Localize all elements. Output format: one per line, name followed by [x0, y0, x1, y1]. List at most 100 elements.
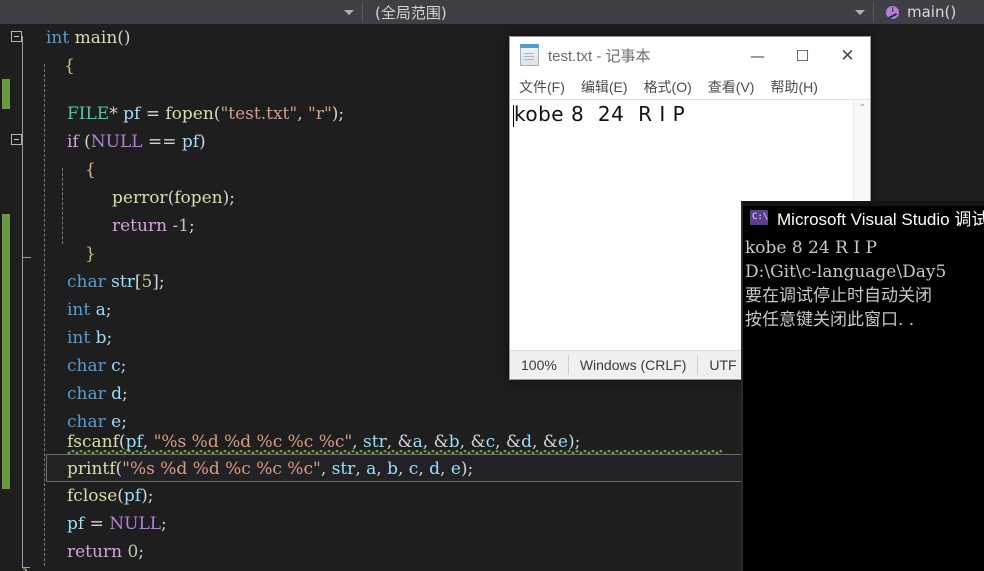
code-token: NULL [90, 132, 143, 152]
code-token: = [84, 514, 110, 534]
code-token: ( [117, 486, 124, 506]
code-token: pf [123, 486, 142, 506]
code-token: pf [67, 514, 85, 534]
maximize-icon[interactable]: ☐ [780, 37, 825, 74]
scope-label: (全局范围) [375, 3, 447, 22]
code-token: , [376, 459, 388, 479]
code-token: , [397, 459, 409, 479]
member-dropdown-caret-wrap[interactable] [503, 0, 873, 24]
console-title-text: Microsoft Visual Studio 调试 [777, 210, 984, 229]
code-token: printf [67, 459, 116, 479]
code-token: FILE [67, 104, 110, 124]
code-token: ; [120, 356, 127, 376]
method-icon [886, 5, 899, 19]
code-token: ; [106, 328, 113, 348]
scope-dropdown-label-wrap[interactable]: (全局范围) [363, 0, 503, 24]
scope-dropdown[interactable] [0, 0, 362, 24]
code-token: NULL [109, 514, 162, 534]
code-token: char [67, 384, 106, 404]
scroll-up-icon[interactable]: ⌃ [854, 100, 871, 117]
code-token: , [355, 459, 367, 479]
status-line-ending[interactable]: Windows (CRLF) [567, 355, 698, 375]
code-token: "test.txt" [220, 104, 298, 124]
code-token: a [95, 300, 106, 320]
console-output-line: 按任意键关闭此窗口. . [745, 310, 915, 330]
console-output-line: 要在调试停止时自动关闭 [745, 286, 932, 306]
member-label: main() [907, 3, 957, 21]
code-token: , [440, 459, 451, 479]
member-dropdown[interactable]: main() [874, 0, 984, 24]
chevron-down-icon[interactable] [855, 9, 865, 15]
code-token: int [46, 28, 70, 48]
code-token: ; [189, 216, 195, 236]
code-token: int [67, 328, 91, 348]
code-token: char [67, 272, 106, 292]
code-token: perror [112, 188, 168, 208]
notepad-menu-bar[interactable]: 文件(F) 编辑(E) 格式(O) 查看(V) 帮助(H) [510, 74, 870, 99]
chevron-down-icon[interactable] [344, 9, 354, 15]
code-token: , & [459, 432, 486, 452]
code-token: ( [213, 104, 221, 124]
menu-item-help[interactable]: 帮助(H) [770, 77, 817, 97]
code-token: ( [115, 459, 123, 479]
code-token: pf [181, 132, 200, 152]
code-token: c [111, 356, 121, 376]
code-token: e [450, 459, 461, 479]
code-token: ); [141, 486, 154, 506]
code-token: fscanf [67, 432, 119, 452]
code-token: , [320, 459, 332, 479]
code-token: pf [123, 104, 141, 124]
code-token: char [67, 356, 106, 376]
debug-console-window[interactable]: C:\ Microsoft Visual Studio 调试 kobe 8 24… [741, 201, 984, 571]
close-icon[interactable]: ✕ [825, 37, 870, 74]
menu-item-file[interactable]: 文件(F) [519, 77, 565, 97]
vs-navigation-toolbar: (全局范围) main() [0, 0, 984, 24]
code-token: ]; [152, 272, 165, 292]
code-token: ( [167, 188, 175, 208]
code-token: return [112, 216, 168, 236]
code-token: fopen [165, 104, 214, 124]
code-token: b [95, 328, 107, 348]
menu-item-format[interactable]: 格式(O) [644, 77, 692, 97]
console-icon: C:\ [750, 210, 768, 225]
code-token: , & [386, 432, 413, 452]
notepad-window-controls: — ☐ ✕ [735, 37, 870, 74]
code-token: } [21, 562, 32, 571]
menu-item-edit[interactable]: 编辑(E) [581, 77, 628, 97]
menu-item-view[interactable]: 查看(V) [708, 77, 755, 97]
code-token: b [448, 432, 460, 452]
code-token: } [85, 244, 96, 264]
code-token: [ [134, 272, 142, 292]
console-left-edge [741, 201, 743, 571]
code-token: d [521, 432, 532, 452]
code-token: ; [105, 300, 112, 320]
code-token: fclose [67, 486, 118, 506]
code-token: c [408, 459, 419, 479]
code-token: , & [495, 432, 522, 452]
code-token: str [331, 459, 356, 479]
console-output: kobe 8 24 R I P D:\Git\c-language\Day5 要在调… [745, 236, 984, 332]
code-token: ; [161, 514, 167, 534]
code-token: ); [460, 459, 474, 479]
code-token: d [429, 459, 441, 479]
code-token: * [109, 104, 124, 124]
status-zoom[interactable]: 100% [510, 355, 568, 375]
notepad-icon [520, 44, 539, 66]
code-token: , & [531, 432, 558, 452]
code-token: ); [567, 432, 581, 452]
notepad-title-bar[interactable]: test.txt - 记事本 — ☐ ✕ [510, 37, 870, 74]
minimize-icon[interactable]: — [735, 37, 780, 74]
code-token: = [140, 104, 166, 124]
code-token: "%s %d %d %c %c %c" [122, 459, 321, 479]
code-token: ) [199, 132, 206, 152]
code-token: a [366, 459, 377, 479]
code-token: c [485, 432, 496, 452]
code-token: () [117, 28, 131, 48]
code-token: str [111, 272, 135, 292]
code-token: a [412, 432, 423, 452]
notepad-content: kobe 8 24 R I P [514, 102, 686, 126]
code-token: ; [122, 384, 128, 404]
console-icon-text: C:\ [752, 212, 769, 222]
code-token: ( [118, 432, 126, 452]
code-token: "%s %d %d %c %c %c" [153, 432, 353, 452]
